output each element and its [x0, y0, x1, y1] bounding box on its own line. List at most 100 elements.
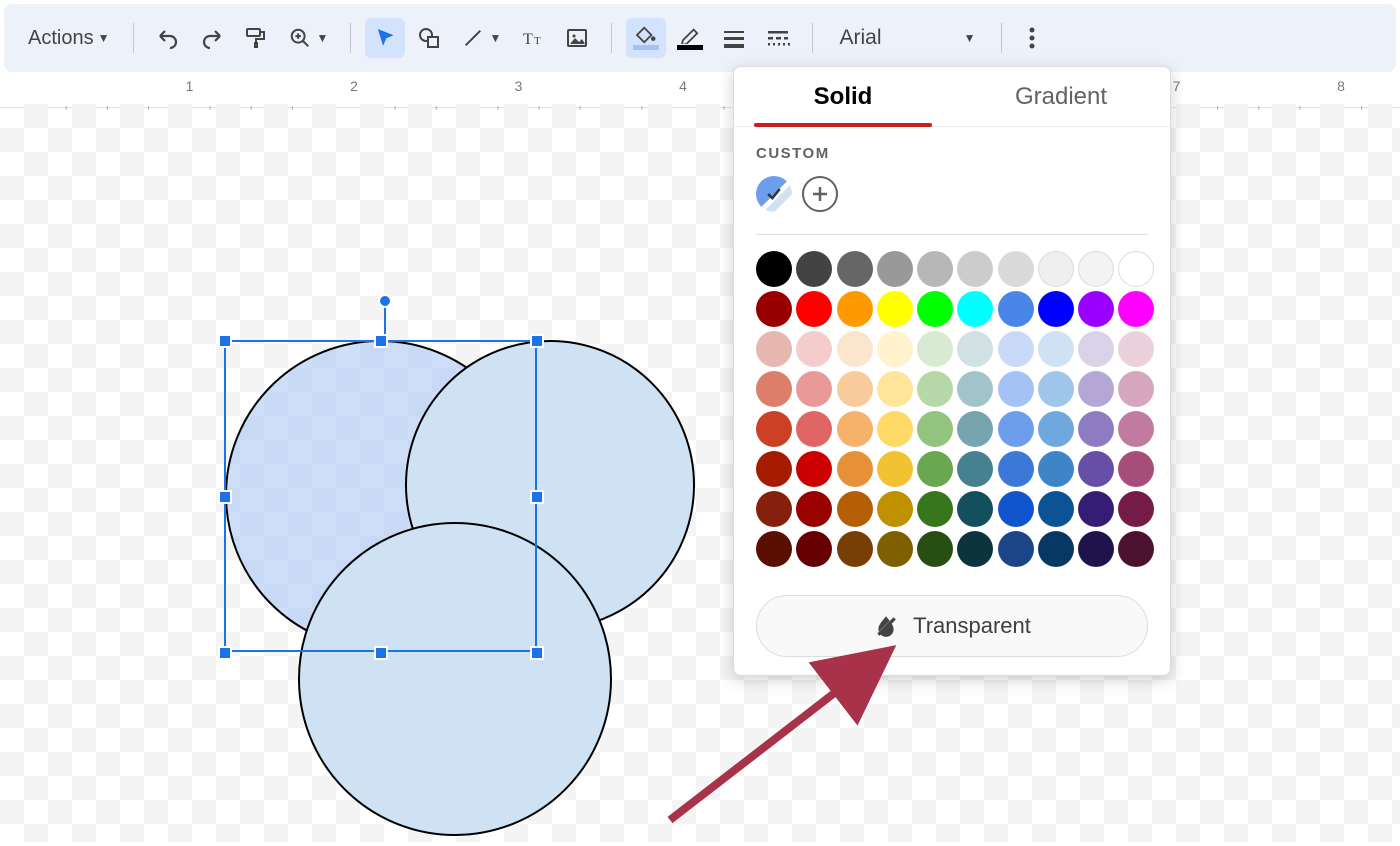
color-swatch[interactable] [1118, 371, 1154, 407]
color-swatch[interactable] [837, 371, 873, 407]
color-swatch[interactable] [998, 491, 1034, 527]
color-swatch[interactable] [998, 331, 1034, 367]
color-swatch[interactable] [1118, 331, 1154, 367]
color-swatch[interactable] [877, 251, 913, 287]
color-swatch[interactable] [837, 531, 873, 567]
color-swatch[interactable] [837, 251, 873, 287]
resize-handle-se[interactable] [530, 646, 544, 660]
color-swatch[interactable] [957, 531, 993, 567]
color-swatch[interactable] [957, 451, 993, 487]
color-swatch[interactable] [877, 291, 913, 327]
color-swatch[interactable] [837, 411, 873, 447]
resize-handle-sw[interactable] [218, 646, 232, 660]
color-swatch[interactable] [998, 371, 1034, 407]
color-swatch[interactable] [756, 371, 792, 407]
resize-handle-s[interactable] [374, 646, 388, 660]
undo-button[interactable] [148, 18, 188, 58]
color-swatch[interactable] [1118, 451, 1154, 487]
color-swatch[interactable] [1038, 371, 1074, 407]
color-swatch[interactable] [917, 251, 953, 287]
resize-handle-e[interactable] [530, 490, 544, 504]
color-swatch[interactable] [756, 291, 792, 327]
color-swatch[interactable] [756, 331, 792, 367]
border-weight-button[interactable] [714, 18, 754, 58]
tab-gradient[interactable]: Gradient [952, 67, 1170, 126]
color-swatch[interactable] [1078, 531, 1114, 567]
color-swatch[interactable] [1078, 451, 1114, 487]
color-swatch[interactable] [796, 491, 832, 527]
color-swatch[interactable] [756, 531, 792, 567]
color-swatch[interactable] [796, 531, 832, 567]
color-swatch[interactable] [837, 491, 873, 527]
color-swatch[interactable] [917, 491, 953, 527]
color-swatch[interactable] [877, 451, 913, 487]
line-tool[interactable]: ▼ [453, 18, 509, 58]
color-swatch[interactable] [796, 371, 832, 407]
color-swatch[interactable] [1078, 491, 1114, 527]
color-swatch[interactable] [877, 531, 913, 567]
color-swatch[interactable] [756, 411, 792, 447]
color-swatch[interactable] [1118, 531, 1154, 567]
color-swatch[interactable] [1078, 291, 1114, 327]
color-swatch[interactable] [1038, 451, 1074, 487]
resize-handle-nw[interactable] [218, 334, 232, 348]
color-swatch[interactable] [917, 451, 953, 487]
color-swatch[interactable] [1038, 331, 1074, 367]
fill-color-button[interactable] [626, 18, 666, 58]
color-swatch[interactable] [957, 411, 993, 447]
color-swatch[interactable] [917, 291, 953, 327]
color-swatch[interactable] [1078, 331, 1114, 367]
color-swatch[interactable] [1118, 411, 1154, 447]
color-swatch[interactable] [877, 371, 913, 407]
color-swatch[interactable] [957, 291, 993, 327]
color-swatch[interactable] [917, 531, 953, 567]
color-swatch[interactable] [837, 331, 873, 367]
custom-color-selected[interactable] [756, 176, 792, 212]
zoom-button[interactable]: ▼ [280, 18, 336, 58]
resize-handle-n[interactable] [374, 334, 388, 348]
color-swatch[interactable] [877, 411, 913, 447]
redo-button[interactable] [192, 18, 232, 58]
color-swatch[interactable] [917, 371, 953, 407]
color-swatch[interactable] [756, 451, 792, 487]
color-swatch[interactable] [1038, 291, 1074, 327]
color-swatch[interactable] [1038, 531, 1074, 567]
color-swatch[interactable] [957, 491, 993, 527]
shape-tool[interactable] [409, 18, 449, 58]
color-swatch[interactable] [957, 251, 993, 287]
color-swatch[interactable] [998, 531, 1034, 567]
color-swatch[interactable] [796, 451, 832, 487]
color-swatch[interactable] [1078, 251, 1114, 287]
font-picker[interactable]: Arial▼ [827, 18, 987, 58]
more-options-button[interactable] [1016, 18, 1048, 58]
resize-handle-ne[interactable] [530, 334, 544, 348]
color-swatch[interactable] [837, 451, 873, 487]
color-swatch[interactable] [1118, 291, 1154, 327]
resize-handle-w[interactable] [218, 490, 232, 504]
color-swatch[interactable] [756, 251, 792, 287]
color-swatch[interactable] [756, 491, 792, 527]
actions-menu[interactable]: Actions▼ [18, 18, 119, 58]
textbox-tool[interactable]: TT [513, 18, 553, 58]
color-swatch[interactable] [998, 251, 1034, 287]
image-tool[interactable] [557, 18, 597, 58]
tab-solid[interactable]: Solid [734, 67, 952, 126]
color-swatch[interactable] [837, 291, 873, 327]
color-swatch[interactable] [957, 371, 993, 407]
add-custom-color-button[interactable] [802, 176, 838, 212]
color-swatch[interactable] [877, 331, 913, 367]
color-swatch[interactable] [917, 331, 953, 367]
color-swatch[interactable] [1118, 491, 1154, 527]
color-swatch[interactable] [796, 411, 832, 447]
color-swatch[interactable] [998, 291, 1034, 327]
select-tool[interactable] [365, 18, 405, 58]
color-swatch[interactable] [796, 331, 832, 367]
color-swatch[interactable] [917, 411, 953, 447]
border-dash-button[interactable] [758, 18, 798, 58]
color-swatch[interactable] [957, 331, 993, 367]
color-swatch[interactable] [1038, 411, 1074, 447]
color-swatch[interactable] [796, 251, 832, 287]
paint-format-button[interactable] [236, 18, 276, 58]
color-swatch[interactable] [1078, 371, 1114, 407]
color-swatch[interactable] [1038, 251, 1074, 287]
